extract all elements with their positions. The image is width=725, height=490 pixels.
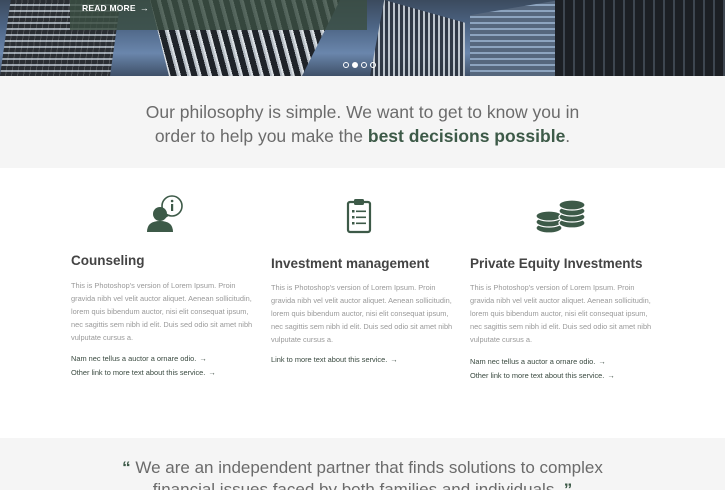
service-link-label: Other link to more text about this servi… — [470, 371, 605, 380]
quote-line-1: “ We are an independent partner that fin… — [0, 457, 725, 479]
quote-text: financial issues faced by both families … — [152, 480, 560, 490]
service-link[interactable]: Nam nec tellus a auctor a ornare odio. → — [71, 354, 207, 363]
slider-dot[interactable] — [352, 62, 358, 68]
service-link-label: Link to more text about this service. — [271, 355, 388, 364]
philosophy-line-2: order to help you make the best decision… — [0, 124, 725, 148]
philosophy-highlight: best decisions possible — [367, 126, 566, 146]
service-description: This is Photoshop's version of Lorem Ips… — [470, 283, 652, 344]
counseling-person-info-icon — [145, 194, 185, 234]
slider-dot[interactable] — [361, 62, 367, 68]
hero-slider: READ MORE → — [0, 0, 725, 76]
read-more-link[interactable]: READ MORE → — [82, 3, 149, 13]
service-link[interactable]: Other link to more text about this servi… — [470, 371, 615, 380]
service-link-label: Nam nec tellus a auctor a ornare odio. — [470, 357, 596, 366]
quote-section: “ We are an independent partner that fin… — [0, 438, 725, 490]
coin-stacks-icon — [534, 196, 588, 234]
service-link[interactable]: Nam nec tellus a auctor a ornare odio. → — [470, 357, 606, 366]
close-quote-mark: ” — [563, 480, 573, 490]
hero-building-image — [555, 0, 725, 76]
services-section: Counseling This is Photoshop's version o… — [0, 168, 725, 438]
quote-text: We are an independent partner that finds… — [135, 458, 603, 477]
philosophy-section: Our philosophy is simple. We want to get… — [0, 76, 725, 168]
arrow-right-icon: → — [390, 355, 398, 364]
service-link-label: Other link to more text about this servi… — [71, 368, 206, 377]
arrow-right-icon: → — [199, 354, 207, 363]
philosophy-text: order to help you make the — [154, 126, 368, 146]
philosophy-period: . — [565, 126, 571, 146]
slider-dot[interactable] — [343, 62, 349, 68]
slider-pagination — [343, 62, 376, 68]
open-quote-mark: “ — [122, 458, 131, 477]
service-title: Private Equity Investments — [470, 256, 643, 271]
hero-building-image — [470, 0, 560, 76]
philosophy-line-1: Our philosophy is simple. We want to get… — [145, 102, 580, 122]
clipboard-checklist-icon — [345, 198, 375, 236]
read-more-label: READ MORE — [82, 3, 136, 13]
arrow-right-icon: → — [607, 371, 615, 380]
arrow-right-icon: → — [208, 368, 216, 377]
service-link-label: Nam nec tellus a auctor a ornare odio. — [71, 354, 197, 363]
hero-building-image — [370, 0, 465, 76]
service-description: This is Photoshop's version of Lorem Ips… — [71, 281, 253, 342]
quote-line-2: financial issues faced by both families … — [0, 479, 725, 490]
service-description: This is Photoshop's version of Lorem Ips… — [271, 283, 453, 344]
service-link[interactable]: Link to more text about this service. → — [271, 355, 398, 364]
service-link[interactable]: Other link to more text about this servi… — [71, 368, 216, 377]
service-title: Counseling — [71, 253, 145, 268]
slider-dot[interactable] — [370, 62, 376, 68]
arrow-right-icon: → — [598, 357, 606, 366]
service-title: Investment management — [271, 256, 430, 271]
arrow-right-icon: → — [139, 3, 149, 13]
